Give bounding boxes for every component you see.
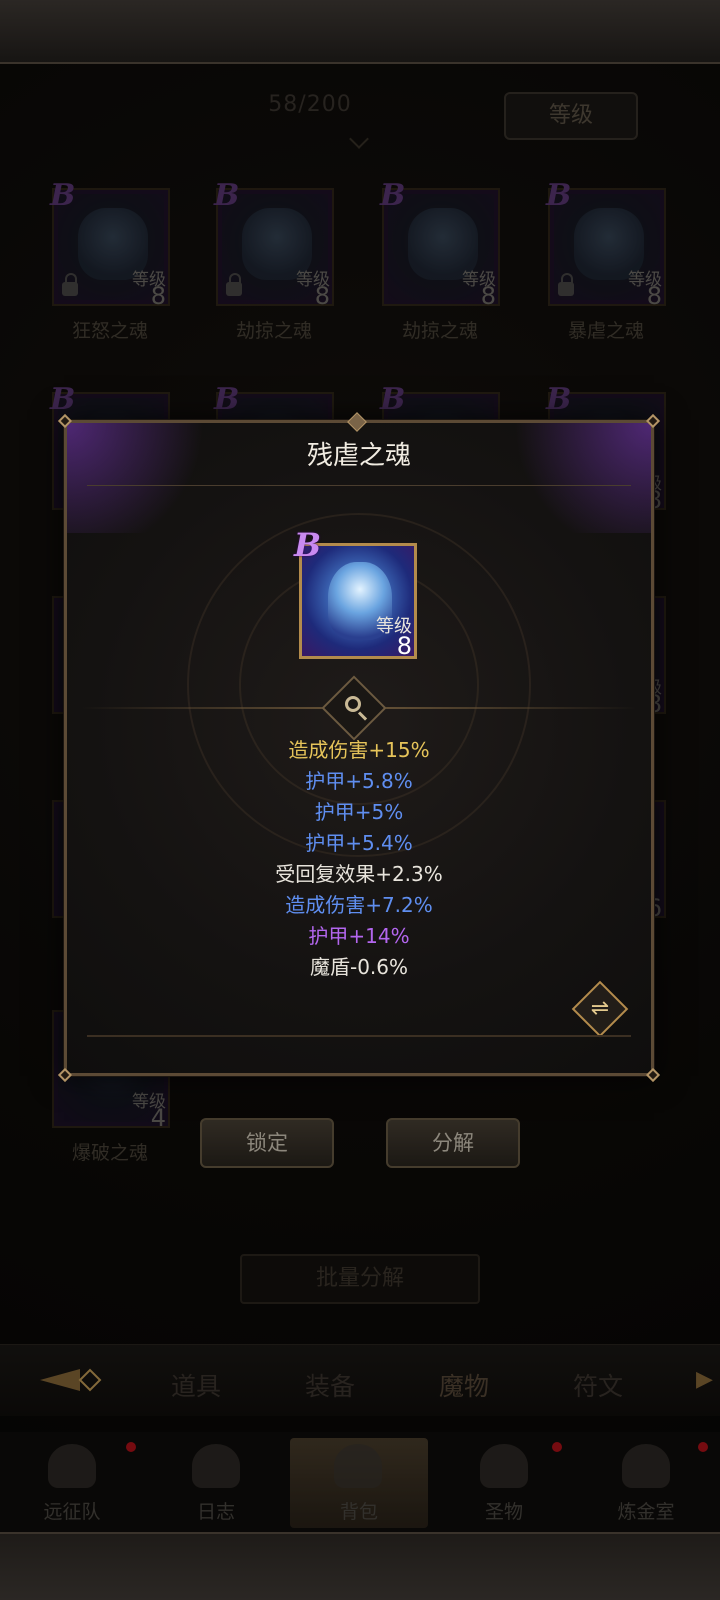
- magnify-icon: [339, 691, 371, 723]
- level-value: 8: [396, 632, 412, 660]
- stat-line: 受回复效果+2.3%: [275, 862, 443, 886]
- divider: [87, 485, 631, 486]
- stat-list: 造成伤害+15% 护甲+5.8% 护甲+5% 护甲+5.4% 受回复效果+2.3…: [67, 735, 651, 983]
- stat-line: 造成伤害+7.2%: [285, 893, 433, 917]
- bottom-frame: [0, 1532, 720, 1600]
- stat-line: 护甲+5.8%: [305, 769, 413, 793]
- popup-title: 残虐之魂: [306, 441, 411, 471]
- swap-icon: ⇌: [590, 996, 610, 1021]
- stat-line: 护甲+14%: [308, 924, 410, 948]
- stat-line: 造成伤害+15%: [288, 738, 430, 762]
- top-frame: [0, 0, 720, 64]
- grade-badge: B: [294, 526, 322, 564]
- stat-line: 魔盾-0.6%: [309, 955, 409, 979]
- soul-detail-popup: 残虐之魂 B 等级 8 造成伤害+15% 护甲+5.8% 护甲+5% 护甲+5.…: [57, 412, 661, 1083]
- selected-soul-card: B 等级 8: [294, 526, 417, 660]
- stat-line: 护甲+5.4%: [305, 831, 413, 855]
- stat-line: 护甲+5%: [314, 800, 404, 824]
- divider: [87, 1035, 631, 1037]
